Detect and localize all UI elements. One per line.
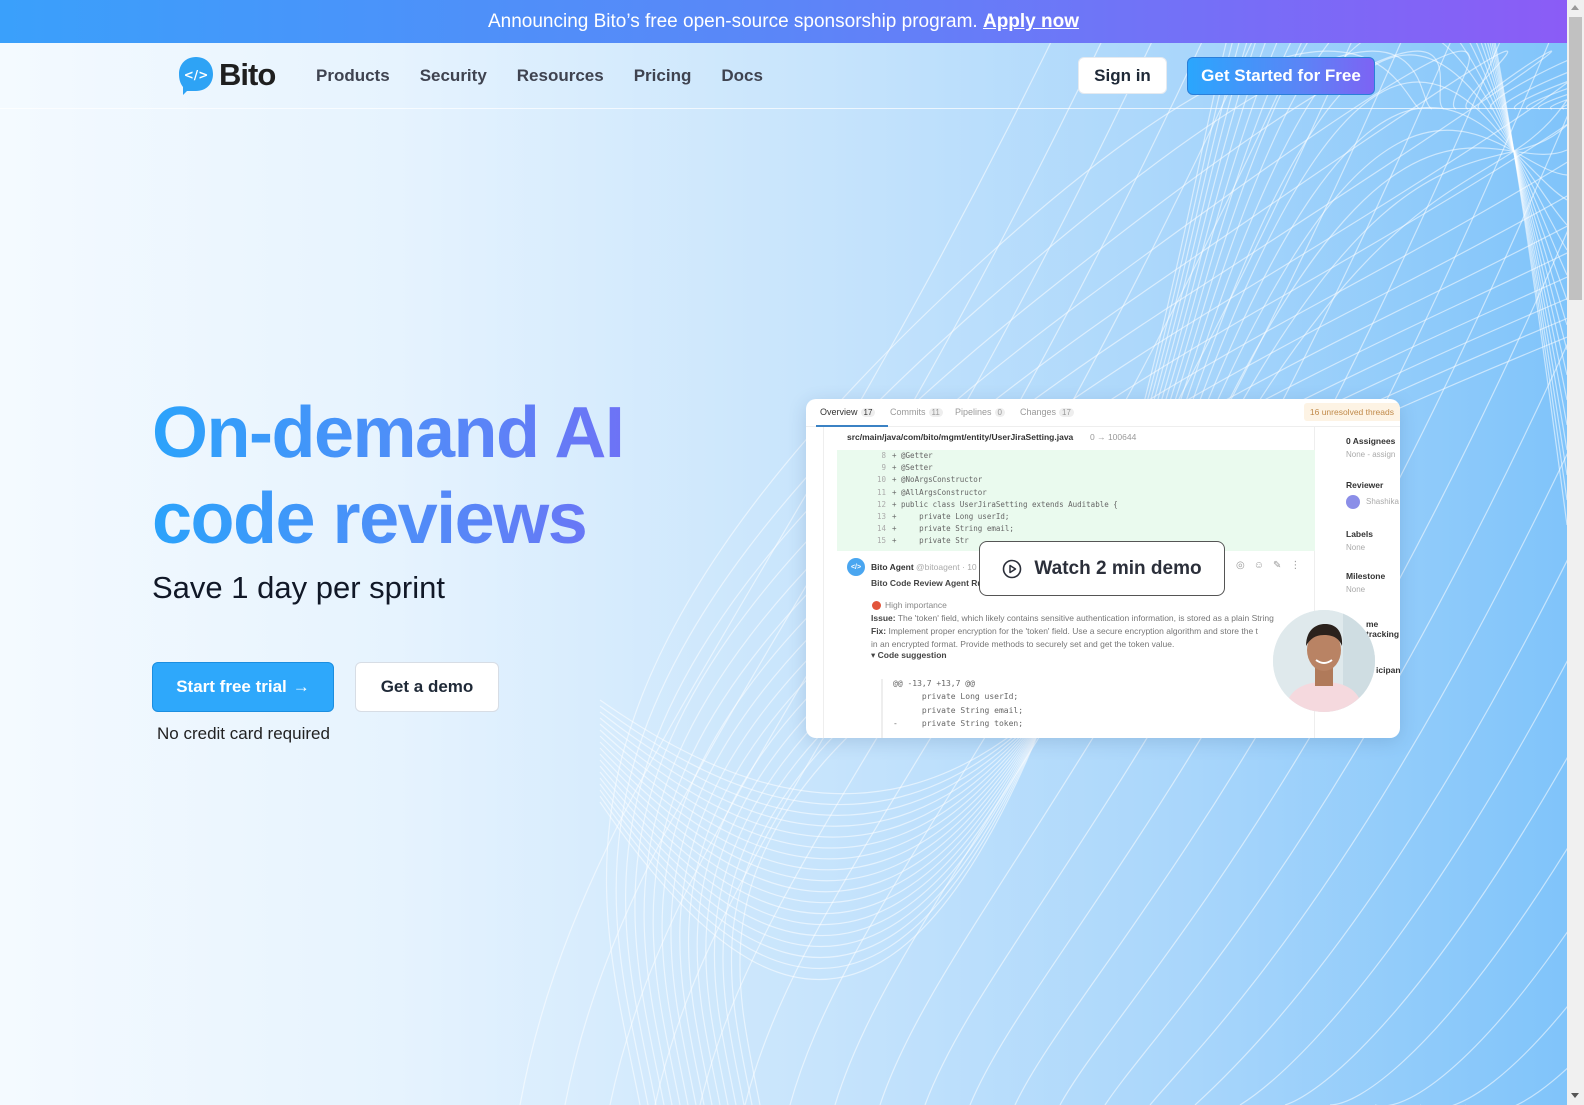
scrollbar-thumb[interactable]: [1569, 17, 1582, 300]
page-viewport: Announcing Bito’s free open-source spons…: [0, 0, 1567, 1105]
nav-products[interactable]: Products: [316, 66, 390, 86]
labels-label: Labels: [1346, 529, 1373, 539]
assignees-label: 0 Assignees: [1346, 436, 1396, 446]
file-mode: 0 → 100644: [1090, 432, 1137, 442]
milestone-value: None: [1346, 585, 1366, 594]
time-tracking-label: me tracking: [1366, 619, 1400, 639]
diff-line: 14 + private String email;: [876, 524, 1014, 534]
diff-line: 12 + public class UserJiraSetting extends…: [876, 499, 1118, 509]
comment-actions: ◎ ☺ ✎ ⋮: [1236, 560, 1300, 571]
emoji-icon: ☺: [1253, 560, 1264, 571]
issue-text: Issue: The 'token' field, which likely c…: [871, 613, 1274, 623]
divider: [823, 427, 824, 738]
mr-tabs: Overview 17 Commits 11 Pipelines 0 Changes 1…: [806, 399, 1400, 427]
high-importance-dot-icon: [872, 600, 881, 610]
svg-text:</>: </>: [184, 68, 209, 82]
active-tab-indicator: [816, 425, 888, 427]
code-suggestion-block: @@ -13,7 +13,7 @@ private Long userId; p…: [881, 679, 1311, 738]
play-circle-icon: [1003, 559, 1022, 578]
watch-demo-label: Watch 2 min demo: [1034, 557, 1202, 579]
get-a-demo-button[interactable]: Get a demo: [355, 662, 499, 712]
watch-demo-button[interactable]: Watch 2 min demo: [979, 541, 1225, 596]
participants-label: icipants: [1376, 665, 1400, 675]
milestone-label: Milestone: [1346, 571, 1386, 581]
reviewer-name: Shashika: [1366, 497, 1399, 506]
diff-line: 8 + @Getter: [881, 451, 933, 460]
bito-agent-avatar: </>: [847, 558, 865, 576]
scroll-down-arrow-icon[interactable]: [1571, 1093, 1579, 1098]
tab-overview: Overview 17: [820, 407, 876, 417]
hero-title: On-demand AI code reviews: [152, 390, 772, 562]
wave-line: [1420, 1005, 1567, 1105]
announcement-banner: Announcing Bito’s free open-source spons…: [0, 0, 1567, 43]
assignees-value: None - assign: [1346, 450, 1396, 459]
agent-name: Bito Agent @bitoagent · 10: [871, 562, 977, 572]
hero-subtitle: Save 1 day per sprint: [152, 570, 445, 605]
tab-pipelines: Pipelines 0: [955, 407, 1005, 417]
fix-text: Fix: Implement proper encryption for the…: [871, 626, 1258, 636]
fix-text-cont: in an encrypted format. Provide methods …: [871, 639, 1175, 649]
banner-text: Announcing Bito’s free open-source spons…: [487, 11, 983, 32]
diff-line: 10 + @NoArgsConstructor: [876, 475, 983, 485]
scroll-up-arrow-icon[interactable]: [1571, 5, 1579, 10]
nav-links: Products Security Resources Pricing Docs: [316, 43, 763, 109]
sign-in-button[interactable]: Sign in: [1078, 57, 1167, 94]
diff-line: 9 + @Setter: [881, 463, 933, 473]
unresolved-threads-badge: 16 unresolved threads: [1303, 403, 1400, 421]
nav-security[interactable]: Security: [420, 66, 487, 86]
hero-title-line-2: code reviews: [152, 479, 587, 559]
nav-docs[interactable]: Docs: [721, 66, 763, 86]
no-credit-card-note: No credit card required: [157, 724, 330, 743]
bito-logo[interactable]: </> Bito: [177, 55, 276, 95]
presenter-avatar: [1273, 610, 1375, 712]
diff-line: 13 + private Long userId;: [876, 511, 1010, 521]
importance-label: High importance: [872, 600, 947, 610]
logo-text: Bito: [219, 57, 276, 92]
top-navigation: </> Bito Products Security Resources Pri…: [0, 43, 1567, 109]
bito-logo-icon: </>: [177, 55, 215, 95]
edit-icon: ✎: [1272, 560, 1282, 571]
more-icon: ⋮: [1290, 560, 1301, 571]
code-diff: 8 + @Getter 9 + @Setter 10 + @NoArgsConstruct…: [837, 450, 1315, 551]
file-path: src/main/java/com/bito/mgmt/entity/UserJ…: [847, 432, 1074, 442]
tab-commits: Commits 11: [890, 407, 943, 417]
start-free-trial-label: Start free trial: [176, 677, 287, 696]
start-free-trial-button[interactable]: Start free trial →: [152, 662, 334, 712]
reviewer-label: Reviewer: [1346, 480, 1384, 490]
apply-now-link[interactable]: Apply now: [983, 11, 1079, 32]
arrow-right-icon: →: [292, 677, 310, 696]
tab-changes: Changes 17: [1020, 407, 1074, 417]
vertical-scrollbar[interactable]: [1567, 0, 1584, 1105]
diff-line: 11 + @AllArgsConstructor: [876, 487, 987, 497]
wave-line: [1375, 931, 1567, 1105]
reviewer-avatar: [1346, 495, 1360, 509]
agent-comment-title: Bito Code Review Agent Ru: [871, 578, 983, 588]
nav-pricing[interactable]: Pricing: [634, 66, 692, 86]
resolve-icon: ◎: [1236, 560, 1245, 571]
wave-line: [1465, 1067, 1567, 1105]
hero-title-line-1: On-demand AI: [152, 393, 624, 473]
nav-resources[interactable]: Resources: [517, 66, 604, 86]
code-suggestion-toggle: ▾ Code suggestion: [871, 650, 947, 660]
get-started-button[interactable]: Get Started for Free: [1187, 57, 1375, 95]
labels-value: None: [1346, 543, 1366, 552]
